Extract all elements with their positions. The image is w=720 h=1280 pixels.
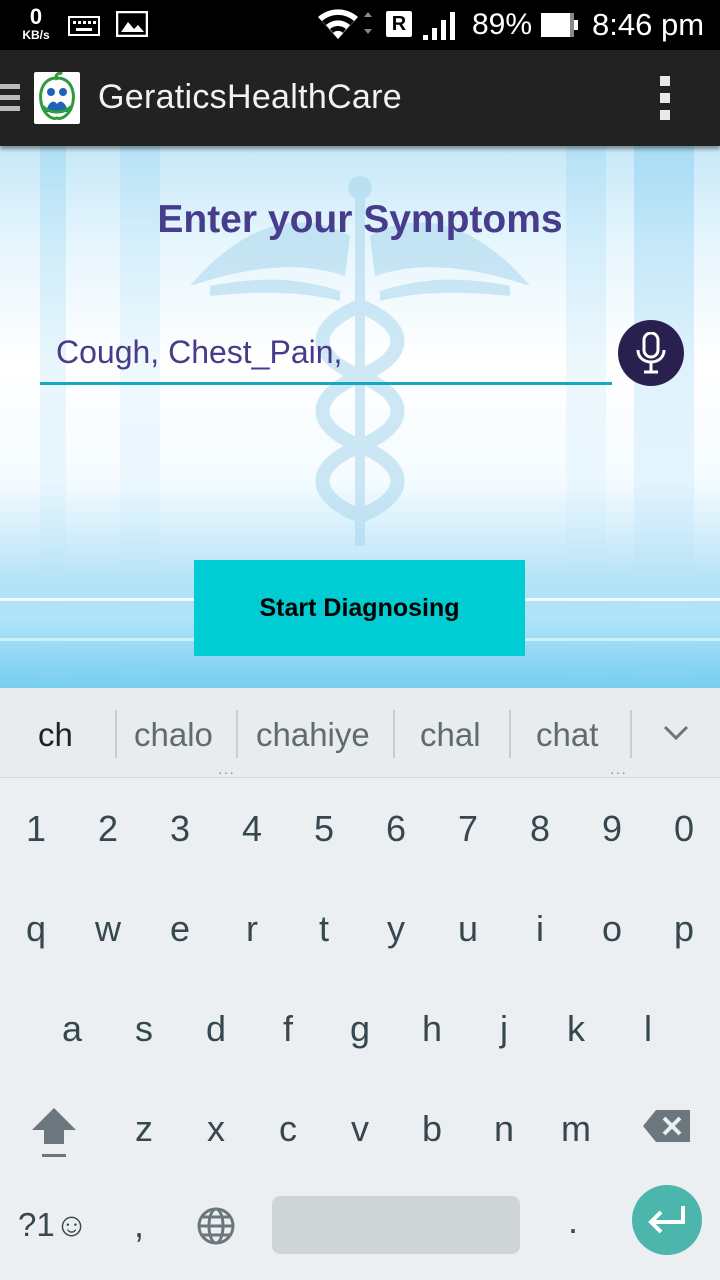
key-w[interactable]: w [78,908,138,950]
main-content: Enter your Symptoms Start Diagnosing [0,146,720,688]
more-suggestions-indicator: ··· [610,764,627,780]
chevron-down-icon[interactable] [662,724,690,747]
suggestion-divider [393,710,395,758]
status-bar: 0 KB/s R 89% 8:46 pm [0,0,720,50]
suggestion-item[interactable]: chahiye [256,716,370,754]
key-r[interactable]: r [222,908,282,950]
drawer-icon[interactable] [0,84,20,117]
suggestion-divider [115,710,117,758]
key-5[interactable]: 5 [294,808,354,850]
network-speed-value: 0 [29,4,43,29]
image-icon [115,10,149,42]
key-v[interactable]: v [330,1108,390,1150]
key-g[interactable]: g [330,1008,390,1050]
app-logo [34,71,80,124]
enter-icon [648,1206,685,1234]
keyboard-icon [68,16,100,41]
key-period[interactable]: . [568,1200,578,1242]
key-n[interactable]: n [474,1108,534,1150]
suggestion-divider [509,710,511,758]
suggestion-item[interactable]: ch [38,716,73,754]
suggestion-item[interactable]: chat [536,716,598,754]
suggestion-item[interactable]: chal [420,716,481,754]
key-l[interactable]: l [618,1008,678,1050]
app-bar: GeraticsHealthCare [0,50,720,146]
key-z[interactable]: z [114,1108,174,1150]
key-2[interactable]: 2 [78,808,138,850]
key-4[interactable]: 4 [222,808,282,850]
microphone-icon [636,332,666,374]
key-p[interactable]: p [654,908,714,950]
key-d[interactable]: d [186,1008,246,1050]
key-q[interactable]: q [6,908,66,950]
page-title: Enter your Symptoms [157,198,563,241]
symbols-key[interactable]: ?1☺ [18,1206,88,1244]
key-x[interactable]: x [186,1108,246,1150]
soft-keyboard: ch chalo ··· chahiye chal chat ··· 1 2 3… [0,688,720,1280]
key-7[interactable]: 7 [438,808,498,850]
key-s[interactable]: s [114,1008,174,1050]
network-speed: 0 KB/s [16,4,56,42]
key-6[interactable]: 6 [366,808,426,850]
key-u[interactable]: u [438,908,498,950]
clock: 8:46 pm [592,7,705,42]
network-speed-unit: KB/s [22,28,50,42]
overflow-menu-icon[interactable] [652,76,678,122]
key-a[interactable]: a [42,1008,102,1050]
shift-icon[interactable] [30,1106,78,1165]
voice-input-button[interactable] [618,320,684,386]
space-bar[interactable] [272,1196,520,1254]
key-t[interactable]: t [294,908,354,950]
start-diagnosing-button[interactable]: Start Diagnosing [194,560,525,656]
key-9[interactable]: 9 [582,808,642,850]
suggestion-divider [236,710,238,758]
suggestion-item[interactable]: chalo [134,716,213,754]
app-title: GeraticsHealthCare [98,78,402,116]
battery-icon [540,12,580,43]
key-h[interactable]: h [402,1008,462,1050]
key-y[interactable]: y [366,908,426,950]
suggestion-divider [630,710,632,758]
enter-key[interactable] [632,1185,702,1255]
carrier-badge: R [386,11,412,37]
key-o[interactable]: o [582,908,642,950]
more-suggestions-indicator: ··· [218,764,235,780]
key-m[interactable]: m [546,1108,606,1150]
key-comma[interactable]: , [134,1204,144,1246]
key-b[interactable]: b [402,1108,462,1150]
key-3[interactable]: 3 [150,808,210,850]
key-8[interactable]: 8 [510,808,570,850]
key-j[interactable]: j [474,1008,534,1050]
symptoms-input[interactable] [40,329,612,385]
key-c[interactable]: c [258,1108,318,1150]
key-i[interactable]: i [510,908,570,950]
suggestion-strip: ch chalo ··· chahiye chal chat ··· [0,688,720,780]
key-1[interactable]: 1 [6,808,66,850]
key-k[interactable]: k [546,1008,606,1050]
signal-icon [422,11,458,46]
key-0[interactable]: 0 [654,808,714,850]
wifi-icon [316,9,376,46]
key-f[interactable]: f [258,1008,318,1050]
battery-percent: 89% [472,8,533,41]
globe-icon[interactable] [196,1206,236,1251]
backspace-icon[interactable] [642,1108,692,1149]
key-e[interactable]: e [150,908,210,950]
